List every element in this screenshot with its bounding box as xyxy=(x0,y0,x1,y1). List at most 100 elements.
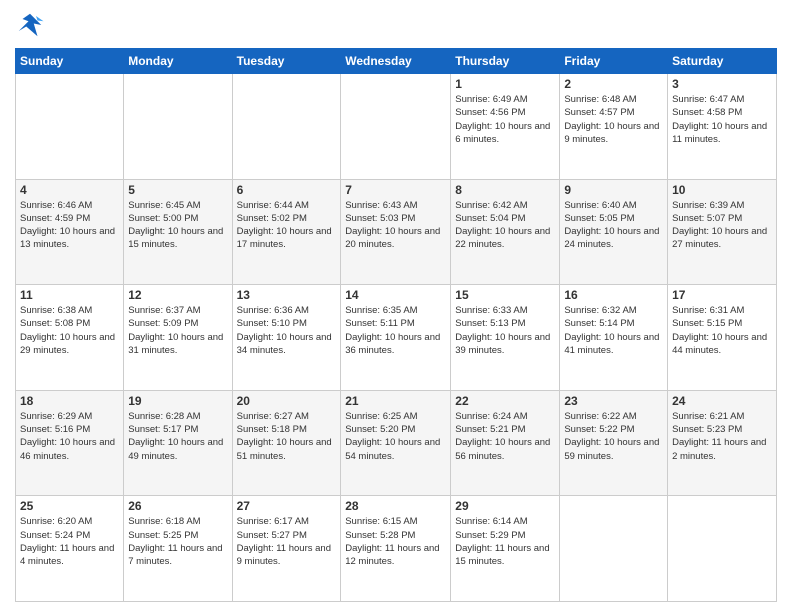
calendar-page: SundayMondayTuesdayWednesdayThursdayFrid… xyxy=(0,0,792,612)
day-number: 16 xyxy=(564,288,663,302)
day-number: 22 xyxy=(455,394,555,408)
day-number: 5 xyxy=(128,183,227,197)
weekday-header-tuesday: Tuesday xyxy=(232,49,341,74)
day-number: 19 xyxy=(128,394,227,408)
day-number: 29 xyxy=(455,499,555,513)
day-number: 7 xyxy=(345,183,446,197)
day-info: Sunrise: 6:29 AMSunset: 5:16 PMDaylight:… xyxy=(20,410,119,463)
logo xyxy=(15,10,49,40)
day-info: Sunrise: 6:37 AMSunset: 5:09 PMDaylight:… xyxy=(128,304,227,357)
day-info: Sunrise: 6:49 AMSunset: 4:56 PMDaylight:… xyxy=(455,93,555,146)
day-number: 9 xyxy=(564,183,663,197)
calendar-cell xyxy=(124,74,232,180)
day-number: 1 xyxy=(455,77,555,91)
day-number: 17 xyxy=(672,288,772,302)
day-number: 11 xyxy=(20,288,119,302)
calendar-cell: 29 Sunrise: 6:14 AMSunset: 5:29 PMDayligh… xyxy=(451,496,560,602)
calendar-cell: 28 Sunrise: 6:15 AMSunset: 5:28 PMDayligh… xyxy=(341,496,451,602)
calendar-cell: 22 Sunrise: 6:24 AMSunset: 5:21 PMDayligh… xyxy=(451,390,560,496)
calendar-cell: 17 Sunrise: 6:31 AMSunset: 5:15 PMDayligh… xyxy=(668,285,777,391)
day-number: 12 xyxy=(128,288,227,302)
weekday-header-sunday: Sunday xyxy=(16,49,124,74)
day-number: 21 xyxy=(345,394,446,408)
day-number: 15 xyxy=(455,288,555,302)
day-info: Sunrise: 6:27 AMSunset: 5:18 PMDaylight:… xyxy=(237,410,337,463)
calendar-table: SundayMondayTuesdayWednesdayThursdayFrid… xyxy=(15,48,777,602)
calendar-week-row: 18 Sunrise: 6:29 AMSunset: 5:16 PMDayligh… xyxy=(16,390,777,496)
day-info: Sunrise: 6:15 AMSunset: 5:28 PMDaylight:… xyxy=(345,515,446,568)
calendar-cell: 3 Sunrise: 6:47 AMSunset: 4:58 PMDaylight… xyxy=(668,74,777,180)
day-info: Sunrise: 6:39 AMSunset: 5:07 PMDaylight:… xyxy=(672,199,772,252)
calendar-cell: 9 Sunrise: 6:40 AMSunset: 5:05 PMDaylight… xyxy=(560,179,668,285)
day-number: 26 xyxy=(128,499,227,513)
day-info: Sunrise: 6:48 AMSunset: 4:57 PMDaylight:… xyxy=(564,93,663,146)
day-info: Sunrise: 6:35 AMSunset: 5:11 PMDaylight:… xyxy=(345,304,446,357)
day-number: 3 xyxy=(672,77,772,91)
calendar-cell: 10 Sunrise: 6:39 AMSunset: 5:07 PMDayligh… xyxy=(668,179,777,285)
day-info: Sunrise: 6:31 AMSunset: 5:15 PMDaylight:… xyxy=(672,304,772,357)
day-info: Sunrise: 6:44 AMSunset: 5:02 PMDaylight:… xyxy=(237,199,337,252)
weekday-header-saturday: Saturday xyxy=(668,49,777,74)
day-info: Sunrise: 6:32 AMSunset: 5:14 PMDaylight:… xyxy=(564,304,663,357)
calendar-cell xyxy=(232,74,341,180)
weekday-header-friday: Friday xyxy=(560,49,668,74)
calendar-cell: 19 Sunrise: 6:28 AMSunset: 5:17 PMDayligh… xyxy=(124,390,232,496)
calendar-cell: 27 Sunrise: 6:17 AMSunset: 5:27 PMDayligh… xyxy=(232,496,341,602)
day-number: 24 xyxy=(672,394,772,408)
calendar-cell: 15Sunrise: 6:33 AMSunset: 5:13 PMDayligh… xyxy=(451,285,560,391)
day-info: Sunrise: 6:36 AMSunset: 5:10 PMDaylight:… xyxy=(237,304,337,357)
calendar-cell: 25 Sunrise: 6:20 AMSunset: 5:24 PMDayligh… xyxy=(16,496,124,602)
calendar-cell: 7 Sunrise: 6:43 AMSunset: 5:03 PMDaylight… xyxy=(341,179,451,285)
day-info: Sunrise: 6:18 AMSunset: 5:25 PMDaylight:… xyxy=(128,515,227,568)
day-info: Sunrise: 6:24 AMSunset: 5:21 PMDaylight:… xyxy=(455,410,555,463)
day-number: 23 xyxy=(564,394,663,408)
calendar-cell xyxy=(341,74,451,180)
calendar-cell: 5 Sunrise: 6:45 AMSunset: 5:00 PMDaylight… xyxy=(124,179,232,285)
day-number: 10 xyxy=(672,183,772,197)
calendar-week-row: 4Sunrise: 6:46 AMSunset: 4:59 PMDaylight… xyxy=(16,179,777,285)
calendar-cell xyxy=(16,74,124,180)
calendar-cell: 12 Sunrise: 6:37 AMSunset: 5:09 PMDayligh… xyxy=(124,285,232,391)
day-number: 2 xyxy=(564,77,663,91)
day-number: 25 xyxy=(20,499,119,513)
day-number: 14 xyxy=(345,288,446,302)
calendar-cell: 21 Sunrise: 6:25 AMSunset: 5:20 PMDayligh… xyxy=(341,390,451,496)
logo-icon xyxy=(15,10,45,40)
weekday-header-monday: Monday xyxy=(124,49,232,74)
day-info: Sunrise: 6:40 AMSunset: 5:05 PMDaylight:… xyxy=(564,199,663,252)
day-info: Sunrise: 6:22 AMSunset: 5:22 PMDaylight:… xyxy=(564,410,663,463)
calendar-cell: 8 Sunrise: 6:42 AMSunset: 5:04 PMDaylight… xyxy=(451,179,560,285)
day-info: Sunrise: 6:14 AMSunset: 5:29 PMDaylight:… xyxy=(455,515,555,568)
day-info: Sunrise: 6:17 AMSunset: 5:27 PMDaylight:… xyxy=(237,515,337,568)
page-header xyxy=(15,10,777,40)
calendar-cell: 24 Sunrise: 6:21 AMSunset: 5:23 PMDayligh… xyxy=(668,390,777,496)
calendar-cell: 23 Sunrise: 6:22 AMSunset: 5:22 PMDayligh… xyxy=(560,390,668,496)
day-info: Sunrise: 6:20 AMSunset: 5:24 PMDaylight:… xyxy=(20,515,119,568)
day-info: Sunrise: 6:45 AMSunset: 5:00 PMDaylight:… xyxy=(128,199,227,252)
weekday-header-wednesday: Wednesday xyxy=(341,49,451,74)
weekday-header-thursday: Thursday xyxy=(451,49,560,74)
calendar-cell: 4Sunrise: 6:46 AMSunset: 4:59 PMDaylight… xyxy=(16,179,124,285)
day-number: 13 xyxy=(237,288,337,302)
calendar-cell: 1 Sunrise: 6:49 AMSunset: 4:56 PMDaylight… xyxy=(451,74,560,180)
day-info: Sunrise: 6:28 AMSunset: 5:17 PMDaylight:… xyxy=(128,410,227,463)
day-info: Sunrise: 6:21 AMSunset: 5:23 PMDaylight:… xyxy=(672,410,772,463)
day-info: Sunrise: 6:38 AMSunset: 5:08 PMDaylight:… xyxy=(20,304,119,357)
day-info: Sunrise: 6:42 AMSunset: 5:04 PMDaylight:… xyxy=(455,199,555,252)
calendar-week-row: 1 Sunrise: 6:49 AMSunset: 4:56 PMDaylight… xyxy=(16,74,777,180)
calendar-cell: 18 Sunrise: 6:29 AMSunset: 5:16 PMDayligh… xyxy=(16,390,124,496)
calendar-cell: 26 Sunrise: 6:18 AMSunset: 5:25 PMDayligh… xyxy=(124,496,232,602)
day-number: 18 xyxy=(20,394,119,408)
calendar-week-row: 11 Sunrise: 6:38 AMSunset: 5:08 PMDayligh… xyxy=(16,285,777,391)
day-number: 8 xyxy=(455,183,555,197)
calendar-cell xyxy=(560,496,668,602)
calendar-week-row: 25 Sunrise: 6:20 AMSunset: 5:24 PMDayligh… xyxy=(16,496,777,602)
day-number: 4 xyxy=(20,183,119,197)
day-info: Sunrise: 6:25 AMSunset: 5:20 PMDaylight:… xyxy=(345,410,446,463)
day-number: 27 xyxy=(237,499,337,513)
day-info: Sunrise: 6:43 AMSunset: 5:03 PMDaylight:… xyxy=(345,199,446,252)
day-number: 28 xyxy=(345,499,446,513)
calendar-cell: 20Sunrise: 6:27 AMSunset: 5:18 PMDayligh… xyxy=(232,390,341,496)
day-info: Sunrise: 6:47 AMSunset: 4:58 PMDaylight:… xyxy=(672,93,772,146)
calendar-cell: 2 Sunrise: 6:48 AMSunset: 4:57 PMDaylight… xyxy=(560,74,668,180)
